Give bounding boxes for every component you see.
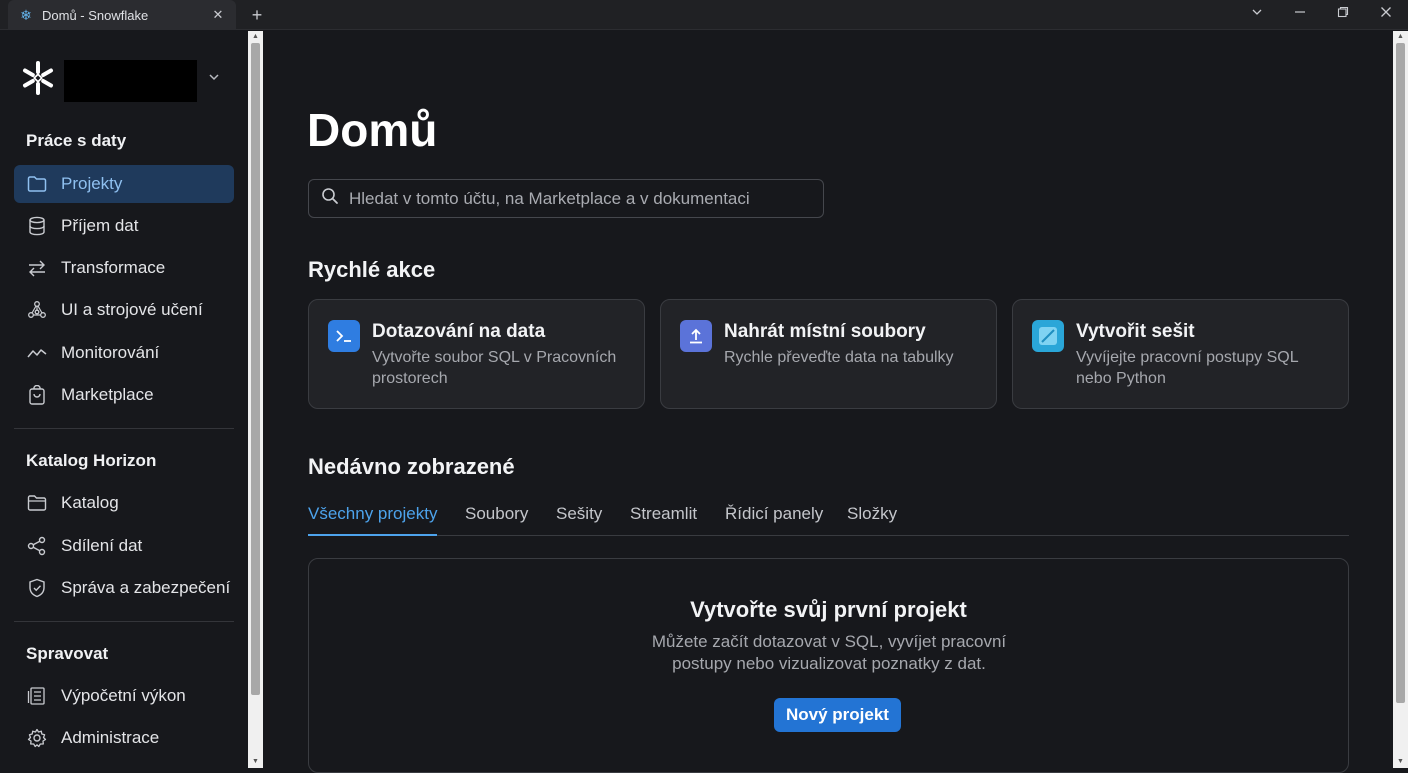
- compute-icon: [27, 686, 47, 706]
- tab-search-chevron-icon[interactable]: [1237, 0, 1277, 30]
- sidebar-item-label: Projekty: [61, 174, 123, 193]
- browser-tab-title: Domů - Snowflake: [42, 7, 149, 23]
- sidebar-item-transformation[interactable]: Transformace: [14, 249, 234, 287]
- quick-actions-title: Rychlé akce: [308, 257, 436, 282]
- sidebar-item-label: Správa a zabezpečení: [61, 578, 231, 597]
- sidebar-item-governance-security[interactable]: Správa a zabezpečení: [14, 569, 234, 607]
- sidebar-item-marketplace[interactable]: Marketplace: [14, 376, 234, 414]
- arrows-swap-icon: [27, 258, 47, 278]
- section-title-horizon-catalog: Katalog Horizon: [26, 451, 157, 470]
- quick-action-title: Vytvořit sešit: [1076, 321, 1195, 342]
- ai-network-icon: [27, 300, 47, 320]
- browser-tab[interactable]: ❄ Domů - Snowflake ✕: [8, 0, 236, 30]
- window-close-icon[interactable]: [1366, 0, 1406, 30]
- account-name-redacted[interactable]: [64, 60, 197, 102]
- sidebar-item-label: Sdílení dat: [61, 536, 143, 555]
- quick-action-description: Vytvořte soubor SQL v Pracovních prostor…: [372, 349, 617, 387]
- search-icon: [321, 187, 339, 210]
- empty-state-panel: Vytvořte svůj první projekt Můžete začít…: [308, 558, 1349, 773]
- sidebar-item-catalog[interactable]: Katalog: [14, 484, 234, 522]
- shopping-bag-icon: [27, 385, 47, 405]
- sidebar-item-label: Marketplace: [61, 385, 154, 404]
- folder-icon: [27, 174, 47, 194]
- browser-titlebar: ❄ Domů - Snowflake ✕ +: [0, 0, 1408, 30]
- snowflake-icon: ❄: [20, 7, 32, 23]
- scroll-down-arrow-icon[interactable]: ▼: [248, 756, 263, 768]
- quick-action-description: Vyvíjejte pracovní postupy SQL nebo Pyth…: [1076, 349, 1299, 387]
- sidebar-divider: [14, 428, 234, 429]
- quick-action-create-notebook[interactable]: Vytvořit sešit Vyvíjejte pracovní postup…: [1012, 299, 1349, 409]
- page-title: Domů: [307, 104, 438, 156]
- search-box[interactable]: [308, 179, 824, 218]
- gear-icon: [27, 728, 47, 748]
- new-tab-button[interactable]: +: [246, 4, 268, 26]
- sidebar-item-label: Výpočetní výkon: [61, 686, 186, 705]
- sidebar-item-data-ingestion[interactable]: Příjem dat: [14, 207, 234, 245]
- sidebar-item-administration[interactable]: Administrace: [14, 719, 234, 757]
- database-icon: [27, 216, 47, 236]
- quick-action-query-data[interactable]: Dotazování na data Vytvořte soubor SQL v…: [308, 299, 645, 409]
- tab-all-projects[interactable]: Všechny projekty: [308, 504, 438, 536]
- section-title-work-with-data: Práce s daty: [26, 131, 127, 150]
- section-title-manage: Spravovat: [26, 644, 109, 663]
- snowflake-logo-icon[interactable]: [20, 60, 56, 96]
- sidebar-item-data-sharing[interactable]: Sdílení dat: [14, 527, 234, 565]
- new-project-button[interactable]: Nový projekt: [774, 698, 901, 732]
- sidebar-item-ai-ml[interactable]: UI a strojové učení: [14, 291, 234, 329]
- sidebar-scrollbar[interactable]: ▲ ▼: [248, 31, 263, 768]
- share-icon: [27, 536, 47, 556]
- scroll-down-arrow-icon[interactable]: ▼: [1393, 756, 1408, 768]
- main-content: Domů Rychlé akce Dotazování na data Vytv…: [263, 31, 1393, 773]
- tab-files[interactable]: Soubory: [465, 504, 528, 536]
- notebook-icon: [1032, 320, 1064, 352]
- upload-icon: [680, 320, 712, 352]
- sidebar-item-label: Katalog: [61, 493, 119, 512]
- quick-action-title: Dotazování na data: [372, 321, 546, 342]
- search-input[interactable]: [349, 188, 809, 209]
- sidebar-scrollbar-thumb[interactable]: [251, 43, 260, 695]
- sidebar-item-monitoring[interactable]: Monitorování: [14, 334, 234, 372]
- main-scrollbar[interactable]: ▲ ▼: [1393, 31, 1408, 768]
- sidebar-item-label: Transformace: [61, 258, 166, 277]
- sidebar-item-compute[interactable]: Výpočetní výkon: [14, 677, 234, 715]
- sidebar-item-label: Příjem dat: [61, 216, 139, 235]
- recent-tabs: Všechny projekty Soubory Sešity Streamli…: [308, 500, 1349, 536]
- scroll-up-arrow-icon[interactable]: ▲: [248, 31, 263, 43]
- shield-icon: [27, 578, 47, 598]
- tab-dashboards[interactable]: Řídicí panely: [725, 504, 823, 536]
- minimize-icon[interactable]: [1280, 0, 1320, 30]
- tab-notebooks[interactable]: Sešity: [556, 504, 602, 536]
- restore-icon[interactable]: [1323, 0, 1363, 30]
- quick-action-title: Nahrát místní soubory: [724, 321, 926, 342]
- tab-streamlit[interactable]: Streamlit: [630, 504, 697, 536]
- quick-action-upload-files[interactable]: Nahrát místní soubory Rychle převeďte da…: [660, 299, 997, 409]
- terminal-icon: [328, 320, 360, 352]
- recently-viewed-title: Nedávno zobrazené: [308, 454, 515, 479]
- main-scrollbar-thumb[interactable]: [1396, 43, 1405, 703]
- sidebar-item-projects[interactable]: Projekty: [14, 165, 234, 203]
- sidebar-item-label: Administrace: [61, 728, 160, 747]
- close-tab-icon[interactable]: ✕: [210, 7, 226, 23]
- empty-state-description: Můžete začít dotazovat v SQL, vyvíjet pr…: [651, 632, 1007, 673]
- activity-icon: [27, 343, 47, 363]
- account-chevron-down-icon[interactable]: [205, 70, 223, 88]
- folder-icon: [27, 493, 47, 513]
- scroll-up-arrow-icon[interactable]: ▲: [1393, 31, 1408, 43]
- sidebar-item-label: UI a strojové učení: [61, 300, 203, 319]
- quick-action-description: Rychle převeďte data na tabulky: [724, 349, 954, 366]
- tab-folders[interactable]: Složky: [847, 504, 897, 536]
- sidebar-divider: [14, 621, 234, 622]
- sidebar-item-label: Monitorování: [61, 343, 160, 362]
- empty-state-title: Vytvořte svůj první projekt: [690, 597, 967, 622]
